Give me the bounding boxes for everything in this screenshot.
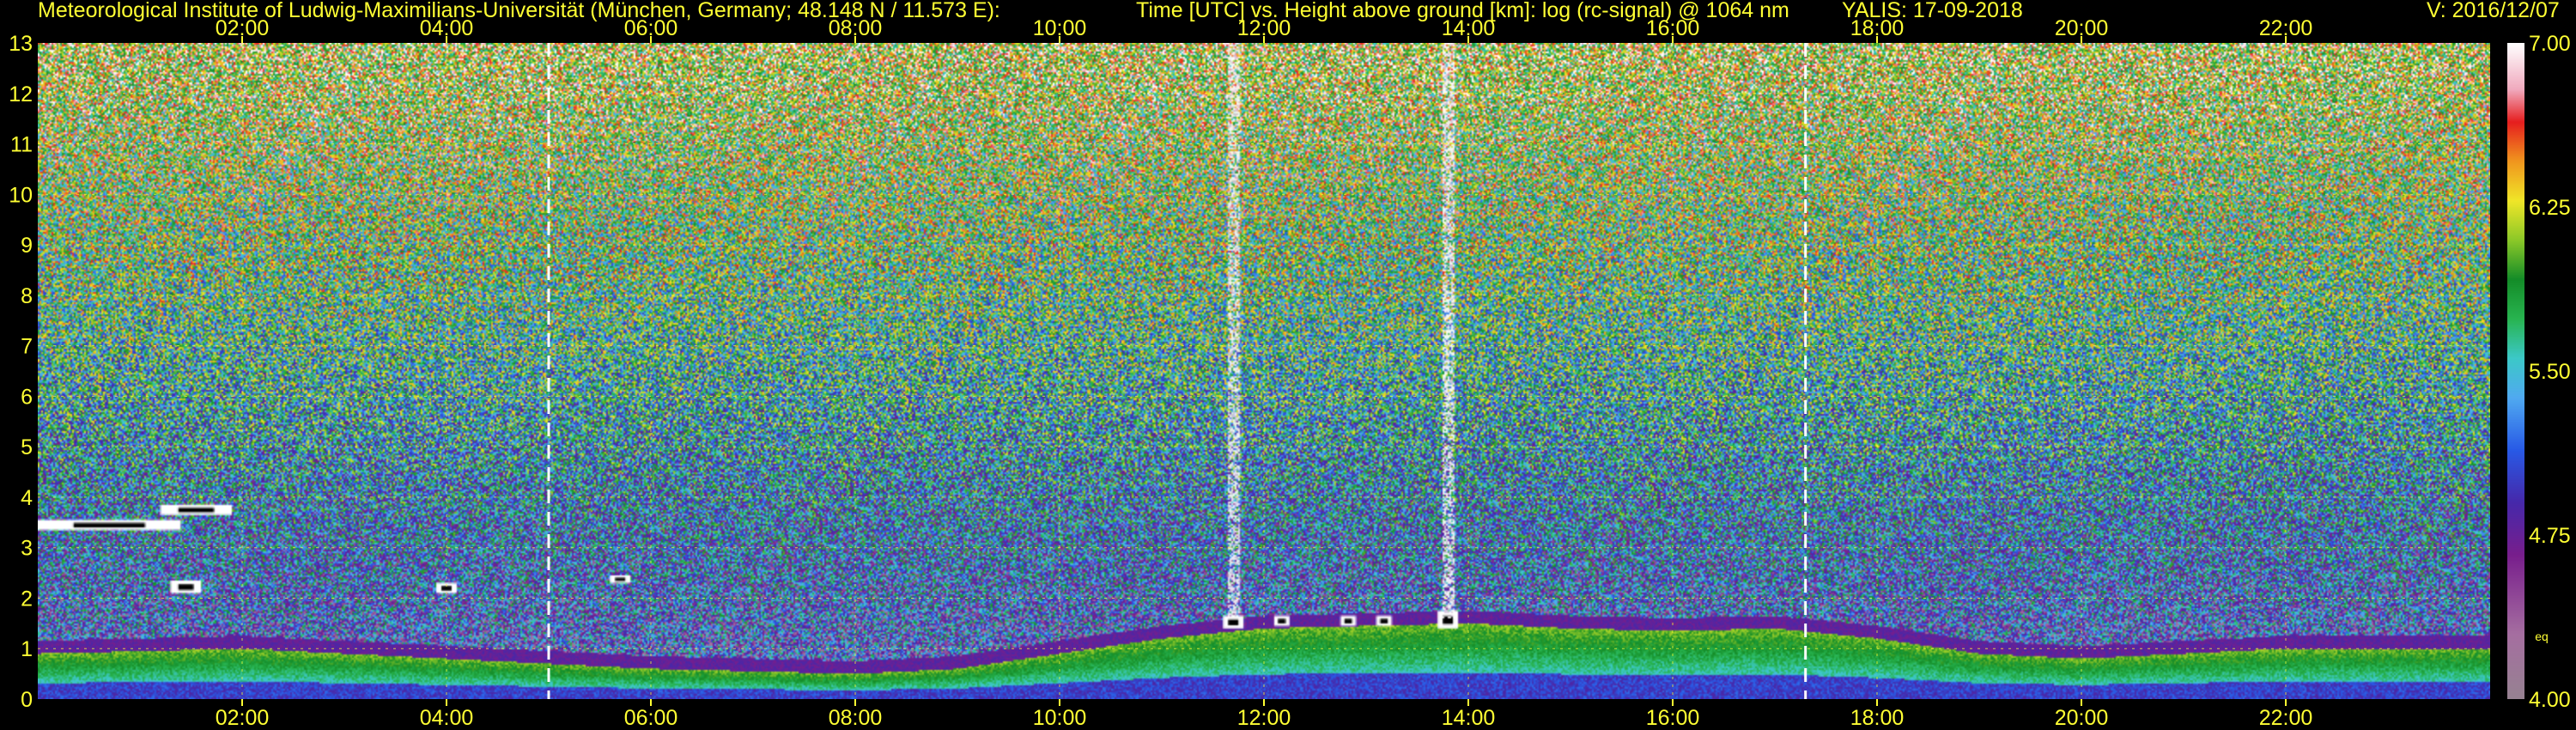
colorbar-tick-label: 5.50 — [2529, 360, 2571, 384]
colorbar-tick-label: 4.75 — [2529, 524, 2571, 548]
x-tick-label-bottom: 02:00 — [216, 706, 270, 730]
y-tick-label: 9 — [21, 234, 33, 258]
x-tick-label-bottom: 20:00 — [2055, 706, 2109, 730]
lidar-plot-stage: Meteorological Institute of Ludwig-Maxim… — [0, 0, 2576, 730]
y-tick-label: 2 — [21, 587, 33, 611]
x-tick-label-bottom: 06:00 — [624, 706, 678, 730]
y-tick-label: 3 — [21, 537, 33, 561]
x-tick-label-bottom: 04:00 — [420, 706, 474, 730]
y-tick-label: 8 — [21, 284, 33, 308]
y-tick-label: 4 — [21, 486, 33, 510]
y-tick-label: 1 — [21, 637, 33, 661]
y-tick-label: 11 — [10, 133, 33, 157]
y-tick-label: 7 — [21, 335, 33, 359]
x-tick-label-bottom: 18:00 — [1850, 706, 1905, 730]
x-tick-label-top: 12:00 — [1237, 16, 1291, 40]
y-tick-label: 10 — [9, 183, 33, 207]
colorbar-unit-label: eq — [2535, 630, 2549, 643]
colorbar-tick-label: 6.25 — [2529, 196, 2571, 220]
y-tick-label: 0 — [21, 688, 33, 712]
x-tick-label-top: 16:00 — [1646, 16, 1700, 40]
colorbar-tick-label: 4.00 — [2529, 688, 2571, 712]
x-tick-label-bottom: 16:00 — [1646, 706, 1700, 730]
x-tick-label-bottom: 22:00 — [2259, 706, 2313, 730]
x-tick-label-top: 06:00 — [624, 16, 678, 40]
x-tick-label-top: 22:00 — [2259, 16, 2313, 40]
y-tick-label: 6 — [21, 385, 33, 409]
y-tick-label: 13 — [9, 32, 33, 56]
x-tick-label-top: 18:00 — [1850, 16, 1905, 40]
colorbar-tick-label: 7.00 — [2529, 32, 2571, 56]
x-tick-label-top: 20:00 — [2055, 16, 2109, 40]
x-tick-label-bottom: 10:00 — [1033, 706, 1087, 730]
chart-overlay: 01234567891011121302:0002:0004:0004:0006… — [9, 16, 2571, 730]
x-tick-label-bottom: 08:00 — [829, 706, 883, 730]
y-tick-label: 5 — [21, 435, 33, 459]
x-tick-label-top: 10:00 — [1033, 16, 1087, 40]
x-tick-label-top: 02:00 — [216, 16, 270, 40]
y-tick-label: 12 — [9, 82, 33, 106]
x-tick-label-bottom: 14:00 — [1442, 706, 1496, 730]
x-tick-label-top: 08:00 — [829, 16, 883, 40]
x-tick-label-bottom: 12:00 — [1237, 706, 1291, 730]
x-tick-label-top: 04:00 — [420, 16, 474, 40]
x-tick-label-top: 14:00 — [1442, 16, 1496, 40]
